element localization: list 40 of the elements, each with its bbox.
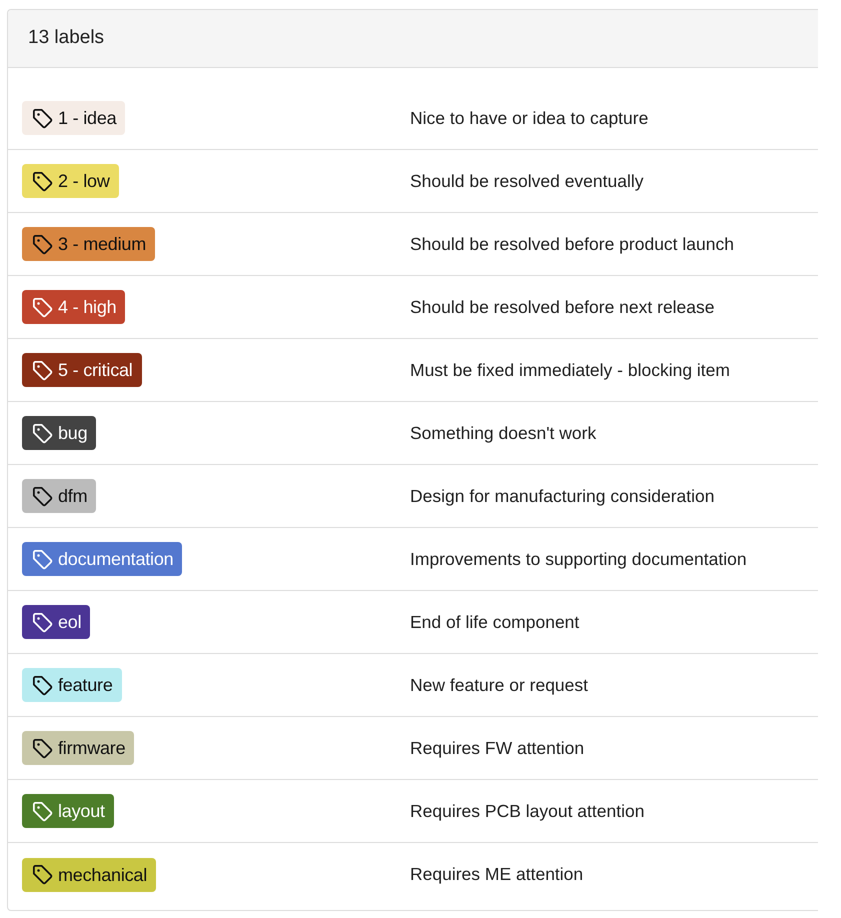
label-description: Should be resolved eventually bbox=[410, 170, 644, 193]
label-description: Design for manufacturing consideration bbox=[410, 484, 716, 508]
label-description: Requires FW attention bbox=[410, 736, 586, 760]
label-badge[interactable]: layout bbox=[22, 794, 114, 828]
tag-icon bbox=[32, 170, 53, 192]
tag-icon bbox=[32, 360, 53, 380]
label-badge[interactable]: bug bbox=[22, 416, 96, 450]
label-description: Improvements to supporting documentation bbox=[410, 548, 748, 571]
tag-icon bbox=[32, 738, 53, 758]
tag-icon bbox=[32, 108, 53, 128]
label-badge[interactable]: 2 - low bbox=[22, 164, 119, 198]
label-description: Should be resolved before product launch bbox=[410, 232, 735, 256]
label-badge[interactable]: feature bbox=[22, 668, 122, 702]
label-description: End of life component bbox=[410, 610, 580, 634]
label-badge[interactable]: mechanical bbox=[22, 858, 156, 892]
label-description: Something doesn't work bbox=[410, 422, 598, 445]
label-description: Requires PCB layout attention bbox=[410, 800, 646, 823]
label-badge[interactable]: 5 - critical bbox=[22, 353, 142, 387]
tag-icon bbox=[32, 422, 53, 444]
label-badge[interactable]: 1 - idea bbox=[22, 101, 126, 135]
label-badge[interactable]: dfm bbox=[22, 479, 96, 513]
label-description: Nice to have or idea to capture bbox=[410, 106, 650, 130]
tag-icon bbox=[32, 486, 53, 506]
label-badge[interactable]: eol bbox=[22, 605, 90, 639]
label-description: Should be resolved before next release bbox=[410, 296, 716, 319]
tag-icon bbox=[32, 612, 53, 632]
tag-icon bbox=[32, 864, 53, 885]
tag-icon bbox=[32, 800, 53, 822]
label-badge[interactable]: firmware bbox=[22, 731, 134, 765]
label-count: 13 labels bbox=[28, 26, 104, 50]
tag-icon bbox=[32, 674, 53, 696]
tag-icon bbox=[32, 234, 53, 254]
label-description: New feature or request bbox=[410, 674, 590, 697]
tag-icon bbox=[32, 296, 53, 318]
label-badge[interactable]: 4 - high bbox=[22, 290, 126, 324]
label-description: Must be fixed immediately - blocking item bbox=[410, 358, 731, 382]
label-badge[interactable]: 3 - medium bbox=[22, 227, 156, 261]
tag-icon bbox=[32, 548, 53, 570]
label-badge[interactable]: documentation bbox=[22, 542, 182, 576]
label-description: Requires ME attention bbox=[410, 863, 584, 886]
